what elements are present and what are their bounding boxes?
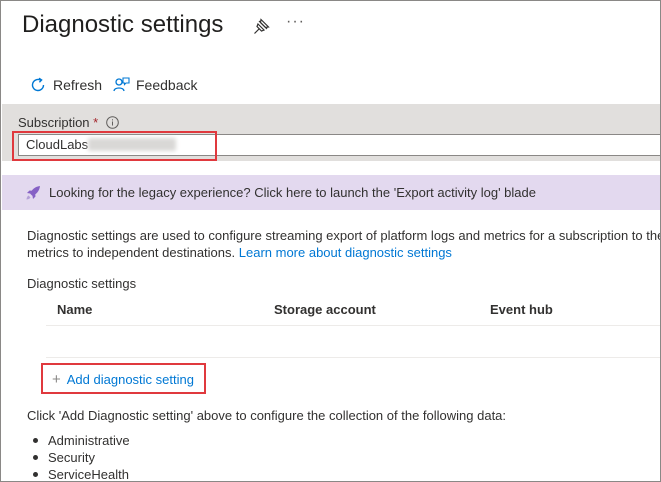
- refresh-label: Refresh: [53, 77, 103, 93]
- required-marker: *: [93, 115, 99, 130]
- description-line-1: Diagnostic settings are used to configur…: [27, 228, 661, 243]
- description-line-2: metrics to independent destinations. Lea…: [27, 245, 452, 260]
- pin-icon[interactable]: [252, 18, 270, 36]
- feedback-icon: [113, 77, 130, 92]
- subscription-label: Subscription *: [18, 115, 99, 130]
- feedback-button[interactable]: Feedback: [112, 74, 197, 96]
- description: Diagnostic settings are used to configur…: [27, 227, 661, 261]
- more-options-icon[interactable]: ···: [286, 13, 305, 31]
- bullet-icon: [33, 472, 38, 477]
- table-header-divider: [46, 325, 660, 326]
- blade: Diagnostic settings ··· Refresh Feedback…: [0, 0, 661, 482]
- list-item: Security: [33, 449, 130, 466]
- learn-more-link[interactable]: Learn more about diagnostic settings: [239, 245, 452, 260]
- table-bottom-divider: [46, 357, 660, 358]
- page-title: Diagnostic settings: [22, 11, 224, 38]
- bullet-icon: [33, 455, 38, 460]
- redacted-id: [88, 138, 176, 151]
- feedback-label: Feedback: [136, 77, 198, 93]
- plus-icon: +: [52, 371, 61, 388]
- refresh-button[interactable]: Refresh: [29, 74, 102, 96]
- rocket-icon: [26, 186, 40, 200]
- refresh-icon: [31, 77, 45, 92]
- column-header-event-hub: Event hub: [490, 302, 553, 317]
- add-diagnostic-setting-label: Add diagnostic setting: [66, 372, 194, 387]
- list-item: Administrative: [33, 432, 130, 449]
- list-item: ServiceHealth: [33, 466, 130, 481]
- column-header-storage-account: Storage account: [274, 302, 376, 317]
- info-icon[interactable]: [106, 116, 119, 129]
- subscription-value: CloudLabs: [26, 137, 89, 152]
- legacy-banner-text[interactable]: Looking for the legacy experience? Click…: [49, 185, 536, 200]
- collection-list: Administrative Security ServiceHealth: [33, 432, 130, 481]
- settings-section-label: Diagnostic settings: [27, 276, 137, 291]
- bullet-icon: [33, 438, 38, 443]
- collection-note: Click 'Add Diagnostic setting' above to …: [27, 408, 507, 423]
- add-diagnostic-setting-button[interactable]: + Add diagnostic setting: [52, 371, 194, 388]
- column-header-name: Name: [57, 302, 93, 317]
